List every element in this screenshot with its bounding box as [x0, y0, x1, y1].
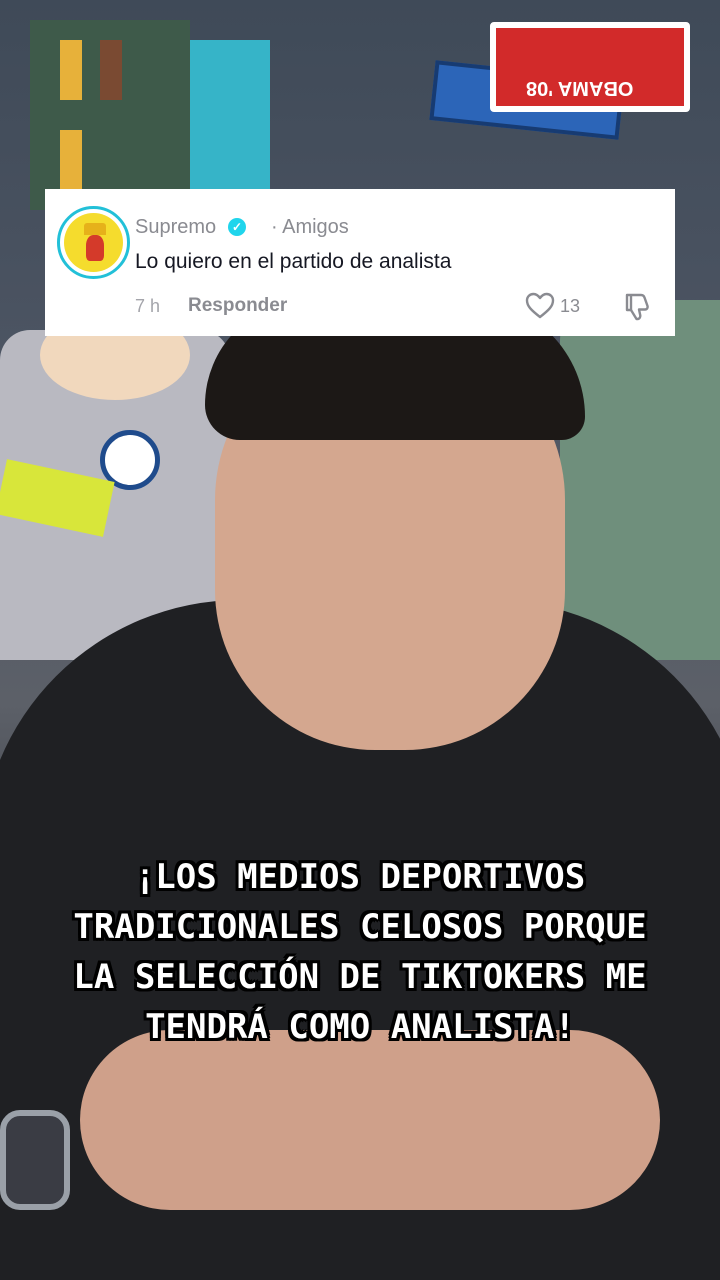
relationship-label: · Amigos [271, 216, 349, 238]
caption-line: ¡LOS MEDIOS DEPORTIVOS [134, 857, 586, 897]
like-count: 13 [560, 296, 581, 316]
building-window [60, 130, 82, 190]
reply-button[interactable]: Responder [188, 295, 287, 317]
background-cartoon-character [560, 300, 720, 660]
building-window [100, 40, 122, 100]
caption-line: TENDRÁ COMO ANALISTA! [145, 1007, 575, 1047]
thumbs-down-icon[interactable] [621, 291, 653, 323]
comment-timestamp: 7 h [135, 296, 161, 316]
background-house [190, 40, 270, 190]
wristwatch [0, 1110, 70, 1210]
presenter-hands [80, 1030, 660, 1210]
video-caption: ¡LOS MEDIOS DEPORTIVOS TRADICIONALES CEL… [30, 852, 690, 1052]
crowned-character-avatar-icon [64, 213, 123, 272]
verified-badge-icon: ✓ [228, 218, 246, 236]
commenter-username[interactable]: Supremo [135, 216, 216, 239]
caption-line: LA SELECCIÓN DE TIKTOKERS ME [73, 957, 647, 997]
video-frame[interactable]: OBAMA '08 Supremo ✓ · Amigos Lo quiero e… [0, 0, 720, 1280]
building-window [60, 40, 82, 100]
background-campaign-sign: OBAMA '08 [490, 22, 690, 112]
heart-outline-icon[interactable] [525, 291, 555, 321]
comment-text: Lo quiero en el partido de analista [135, 250, 452, 273]
comment-card[interactable]: Supremo ✓ · Amigos Lo quiero en el parti… [45, 189, 675, 336]
background-building [30, 20, 190, 210]
campaign-sign-text: OBAMA '08 [526, 77, 634, 99]
caption-line: TRADICIONALES CELOSOS PORQUE [73, 907, 647, 947]
commenter-avatar[interactable] [57, 206, 130, 279]
